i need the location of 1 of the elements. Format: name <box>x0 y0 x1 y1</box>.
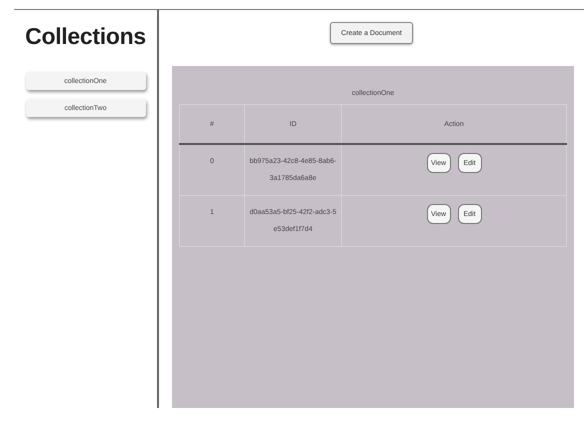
collections-title: Collections <box>25 23 146 50</box>
